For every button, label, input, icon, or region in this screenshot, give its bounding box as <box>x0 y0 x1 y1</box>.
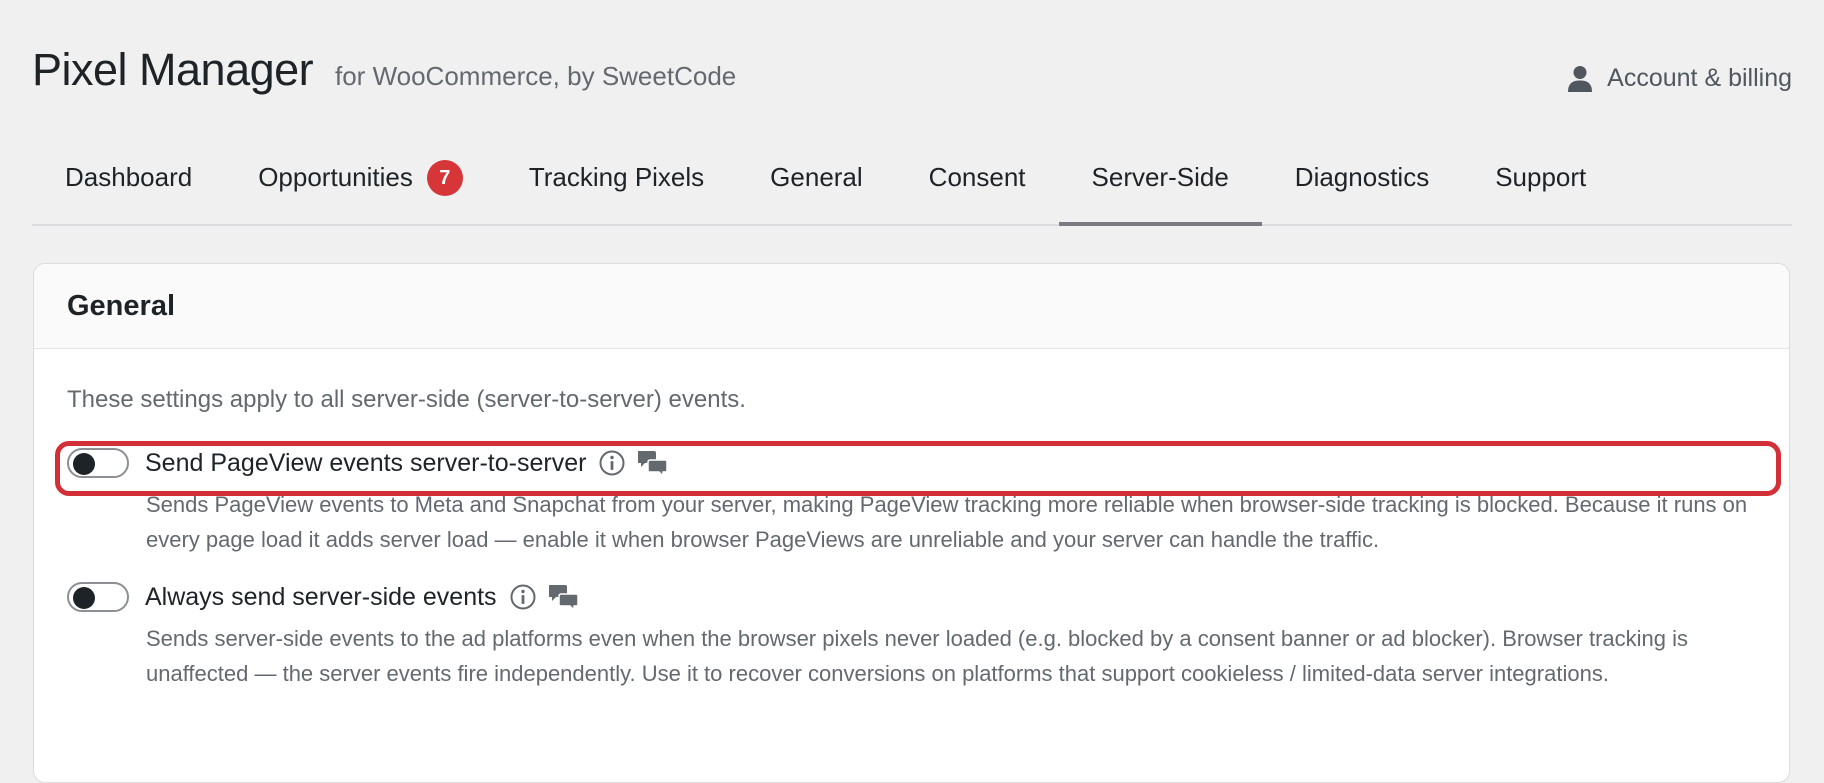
toggle-knob <box>73 453 95 475</box>
pageview-server-toggle[interactable] <box>67 448 129 478</box>
tab-diagnostics[interactable]: Diagnostics <box>1262 150 1462 224</box>
setting-description: Sends PageView events to Meta and Snapch… <box>146 492 1748 552</box>
tab-label: Support <box>1495 162 1587 192</box>
tab-general[interactable]: General <box>737 150 896 224</box>
feedback-icon[interactable] <box>548 583 579 611</box>
tab-label: Dashboard <box>65 162 193 192</box>
page-header: Pixel Manager for WooCommerce, by SweetC… <box>32 44 1792 104</box>
user-icon <box>1568 65 1593 92</box>
always-send-server-toggle[interactable] <box>67 582 129 612</box>
opportunities-count-badge: 7 <box>426 160 463 196</box>
account-billing-label: Account & billing <box>1607 64 1792 92</box>
info-icon[interactable] <box>509 583 537 611</box>
info-icon[interactable] <box>598 449 626 477</box>
tab-label: Consent <box>928 162 1026 192</box>
tab-opportunities[interactable]: Opportunities 7 <box>225 150 496 224</box>
tab-server-side[interactable]: Server-Side <box>1058 150 1263 226</box>
tab-label: Diagnostics <box>1294 162 1430 192</box>
feedback-icon[interactable] <box>638 449 669 477</box>
tab-label: Tracking Pixels <box>528 162 705 192</box>
setting-always-send-server-side: Always send server-side events Sends ser… <box>67 579 1756 691</box>
card-intro-text: These settings apply to all server-side … <box>67 386 746 413</box>
card-title: General <box>34 264 1789 349</box>
tab-label: General <box>770 162 863 192</box>
setting-label: Always send server-side events <box>145 582 497 611</box>
toggle-knob <box>73 587 95 609</box>
tab-dashboard[interactable]: Dashboard <box>32 150 225 224</box>
tab-label: Server-Side <box>1091 162 1229 192</box>
tab-consent[interactable]: Consent <box>896 150 1059 224</box>
main-tabs: Dashboard Opportunities 7 Tracking Pixel… <box>32 150 1792 226</box>
app-subtitle: for WooCommerce, by SweetCode <box>335 61 737 91</box>
setting-pageview-server-to-server: Send PageView events server-to-server Se… <box>67 445 1756 557</box>
account-billing-link[interactable]: Account & billing <box>1567 64 1792 93</box>
tab-tracking-pixels[interactable]: Tracking Pixels <box>496 150 737 224</box>
setting-label: Send PageView events server-to-server <box>145 448 587 477</box>
tab-label: Opportunities <box>258 162 413 192</box>
general-settings-card: General These settings apply to all serv… <box>33 263 1790 783</box>
setting-description: Sends server-side events to the ad platf… <box>146 626 1689 686</box>
app-title: Pixel Manager <box>32 44 314 95</box>
tab-support[interactable]: Support <box>1462 150 1619 224</box>
